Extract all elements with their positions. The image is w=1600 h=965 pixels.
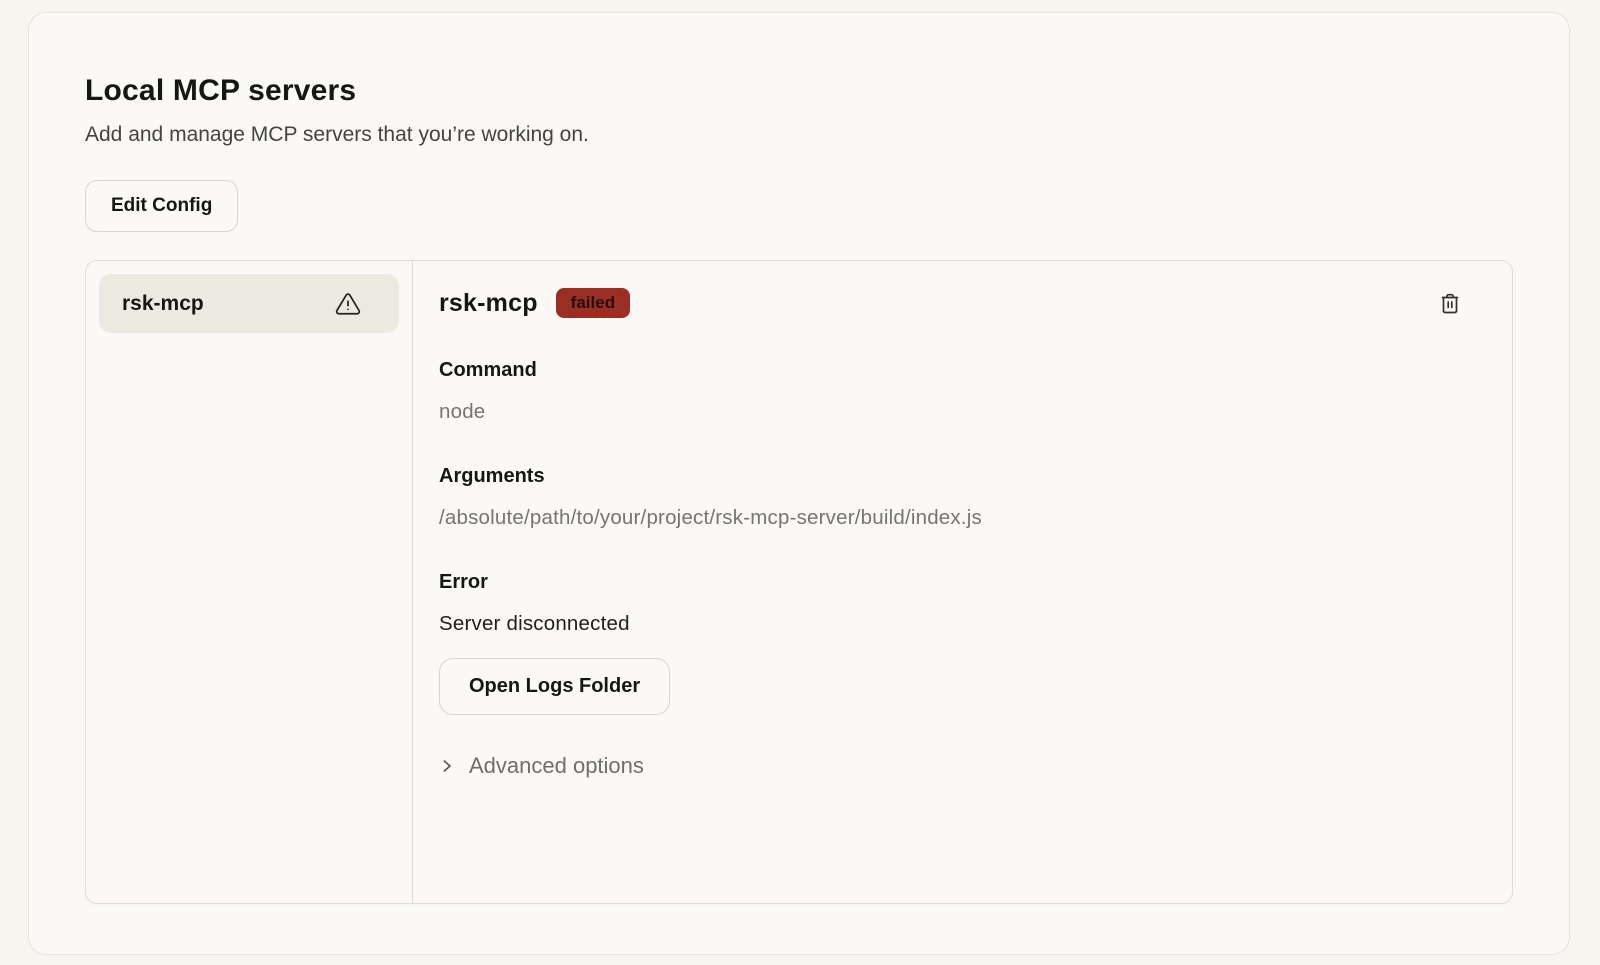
arguments-section: Arguments /absolute/path/to/your/project… bbox=[439, 465, 1464, 530]
status-badge: failed bbox=[556, 288, 630, 318]
command-value: node bbox=[439, 400, 1464, 424]
server-list-item[interactable]: rsk-mcp bbox=[99, 274, 399, 333]
delete-server-button[interactable] bbox=[1436, 289, 1464, 317]
edit-config-button[interactable]: Edit Config bbox=[85, 180, 238, 232]
error-label: Error bbox=[439, 571, 1464, 594]
page: Local MCP servers Add and manage MCP ser… bbox=[0, 0, 1600, 965]
server-item-label: rsk-mcp bbox=[122, 292, 204, 316]
server-list-sidebar: rsk-mcp bbox=[86, 261, 413, 903]
advanced-options-toggle[interactable]: Advanced options bbox=[439, 753, 644, 779]
command-section: Command node bbox=[439, 359, 1464, 424]
arguments-label: Arguments bbox=[439, 465, 1464, 488]
arguments-value: /absolute/path/to/your/project/rsk-mcp-s… bbox=[439, 506, 1464, 530]
open-logs-folder-button[interactable]: Open Logs Folder bbox=[439, 658, 670, 715]
error-section: Error Server disconnected bbox=[439, 571, 1464, 636]
page-subtitle: Add and manage MCP servers that you’re w… bbox=[85, 123, 1513, 147]
server-detail-header: rsk-mcp failed bbox=[439, 288, 1464, 318]
error-value: Server disconnected bbox=[439, 612, 1464, 636]
server-detail-panel: rsk-mcp failed Command node bbox=[413, 261, 1512, 903]
warning-icon bbox=[335, 291, 361, 317]
local-mcp-servers-card: Local MCP servers Add and manage MCP ser… bbox=[28, 12, 1570, 955]
server-name: rsk-mcp bbox=[439, 289, 538, 318]
chevron-right-icon bbox=[439, 758, 455, 774]
trash-icon bbox=[1438, 290, 1462, 316]
page-title: Local MCP servers bbox=[85, 74, 1513, 108]
command-label: Command bbox=[439, 359, 1464, 382]
mcp-servers-panel: rsk-mcp rsk-mcp failed bbox=[85, 260, 1513, 904]
advanced-options-label: Advanced options bbox=[469, 753, 644, 779]
